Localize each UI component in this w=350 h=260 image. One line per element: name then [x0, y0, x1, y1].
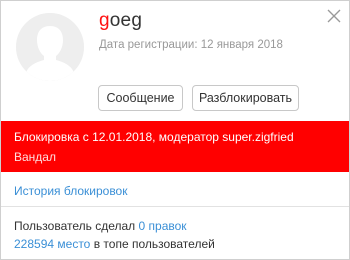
edits-suffix: правок	[148, 219, 187, 233]
username-first-letter: g	[99, 10, 110, 31]
edits-count: 0	[138, 219, 146, 233]
block-banner: Блокировка с 12.01.2018, модератор super…	[1, 121, 349, 172]
edits-prefix: Пользователь сделал	[14, 219, 136, 233]
rank-stat: 228594 место в топе пользователей	[14, 237, 215, 251]
block-reason: Вандал	[14, 150, 56, 164]
user-profile-card: goeg Дата регистрации: 12 января 2018 Со…	[0, 0, 350, 260]
close-icon[interactable]	[327, 9, 341, 23]
rank-suffix: в топе пользователей	[93, 237, 215, 251]
registration-date: Дата регистрации: 12 января 2018	[99, 39, 283, 51]
unblock-button[interactable]: Разблокировать	[192, 85, 299, 111]
rank-number: 228594	[14, 237, 55, 251]
default-avatar-icon	[16, 13, 84, 81]
edits-stat: Пользователь сделал 0 правок	[14, 219, 187, 233]
message-button[interactable]: Сообщение	[98, 85, 183, 111]
rank-link[interactable]: 228594 место	[14, 237, 90, 251]
block-title: Блокировка с 12.01.2018, модератор super…	[14, 130, 294, 144]
edits-link[interactable]: 0 правок	[139, 219, 187, 233]
rank-word: место	[57, 237, 91, 251]
username-rest: oeg	[109, 10, 143, 31]
username: goeg	[99, 10, 142, 32]
divider	[1, 206, 349, 207]
block-history-link[interactable]: История блокировок	[14, 184, 127, 198]
